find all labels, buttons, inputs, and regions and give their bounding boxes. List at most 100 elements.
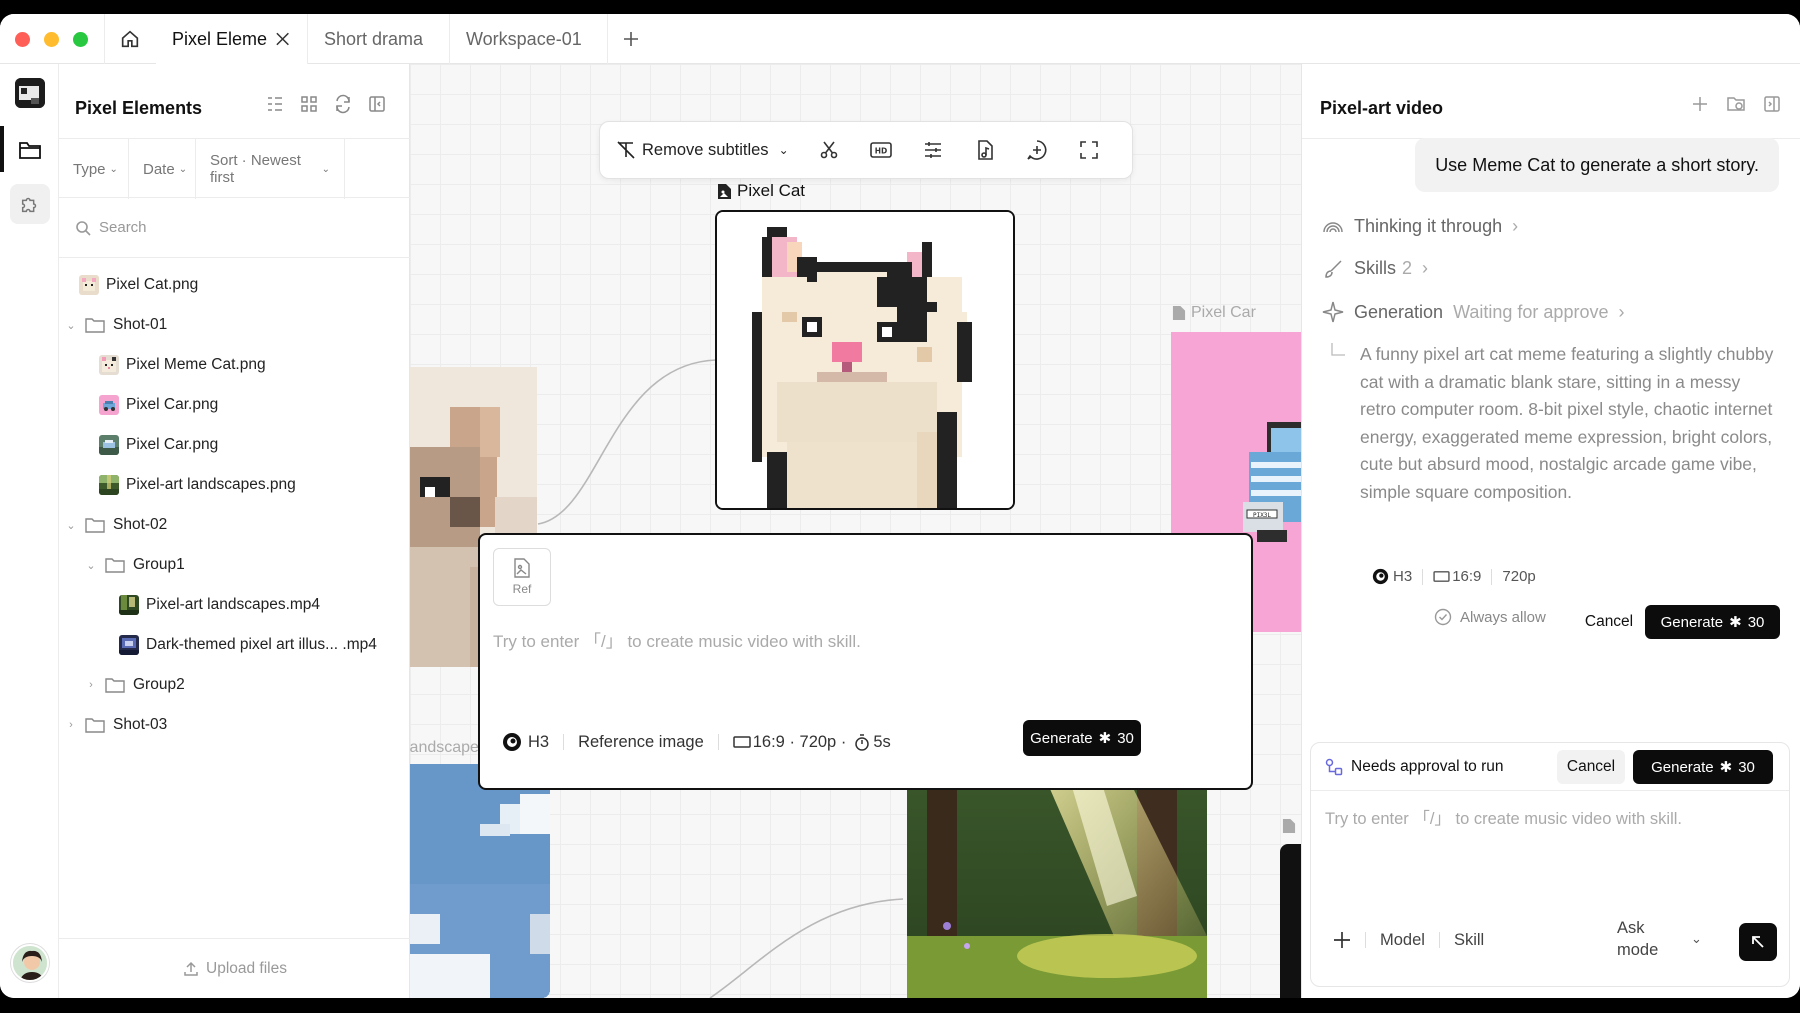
tree-folder[interactable]: ⌄ Shot-01 [65,305,167,345]
maximize-window-button[interactable] [73,32,88,47]
skills-step[interactable]: Skills 2 › [1322,258,1428,279]
new-chat-icon[interactable] [1690,94,1710,114]
image-file-icon [718,183,731,199]
model-selector[interactable]: H3 [528,733,549,752]
tree-item-file[interactable]: Pixel Car.png [99,425,218,465]
tab-workspace-01[interactable]: Workspace-01 [450,14,608,64]
prompt-input[interactable]: Try to enter 「/」 to create music video w… [493,627,1233,707]
landscape-image-node[interactable] [410,764,550,998]
collapse-panel-icon[interactable] [367,94,387,114]
tab-label: Short drama [324,28,424,49]
tree-item-label: Pixel Cat.png [106,276,199,293]
duration-option[interactable]: 5s [873,733,890,752]
reference-upload-button[interactable]: Ref [493,548,551,606]
tree-item-label: Dark-themed pixel art illus... .mp4 [146,636,377,653]
tree-item-file[interactable]: Pixel Meme Cat.png [99,345,266,385]
chevron-down-icon: ⌄ [86,559,96,572]
tab-short-drama[interactable]: Short drama [308,14,450,64]
collapse-panel-icon[interactable] [1762,94,1782,114]
prompt-options: H3 Reference image 16:9 · 720p · 5s [502,732,891,752]
grid-view-icon[interactable] [299,94,319,114]
date-filter[interactable]: Date ⌄ [129,139,196,199]
media-toolbar: Remove subtitles ⌄ HD [599,121,1133,179]
assets-panel: Pixel Elements Type ⌄ Date ⌄ Sort · Newest… [59,64,410,998]
tree-connector-icon [1331,343,1345,356]
dark-video-node[interactable] [1280,844,1301,998]
approval-cancel-button[interactable]: Cancel [1557,750,1625,784]
tree-folder[interactable]: › Shot-03 [65,705,167,745]
skill-selector[interactable]: Skill [1454,931,1484,950]
fullscreen-button[interactable] [1063,121,1115,179]
remove-subtitles-label: Remove subtitles [642,140,769,159]
chevron-down-icon: ⌄ [1691,931,1702,946]
cut-button[interactable] [803,121,855,179]
new-tab-button[interactable] [608,14,654,64]
plugins-nav-button[interactable] [10,184,50,224]
sparkle-icon [1322,301,1344,323]
type-filter[interactable]: Type ⌄ [59,139,129,199]
tree-item-file[interactable]: Pixel Cat.png [79,265,198,305]
tree-folder[interactable]: ⌄ Shot-02 [65,505,167,545]
always-allow-toggle[interactable]: Always allow [1434,608,1546,626]
audio-file-button[interactable] [959,121,1011,179]
type-filter-label: Type [73,160,106,178]
thinking-step[interactable]: Thinking it through › [1322,216,1518,237]
approval-generate-button[interactable]: Generate ✱ 30 [1633,750,1773,784]
tree-item-label: Pixel-art landscapes.png [126,476,296,493]
workspace-avatar[interactable] [15,78,45,108]
files-nav-button[interactable] [10,130,50,170]
ratio-option[interactable]: 16:9 · 720p · [753,733,847,752]
chevron-right-icon: › [1618,301,1625,322]
sort-filter-label: Sort · Newest first [210,152,301,186]
upload-files-button[interactable]: Upload files [59,938,410,998]
close-tab-icon[interactable] [274,30,291,48]
home-icon [121,30,139,48]
attach-plus-icon[interactable] [1333,931,1351,949]
reference-image-option[interactable]: Reference image [578,733,704,752]
tree-item-file[interactable]: Dark-themed pixel art illus... .mp4 [119,625,377,665]
chevron-right-icon: › [1512,216,1519,236]
sort-filter[interactable]: Sort · Newest first ⌄ [196,139,345,199]
send-button[interactable] [1739,923,1777,961]
cancel-button[interactable]: Cancel [1575,605,1643,639]
tree-item-file[interactable]: Pixel-art landscapes.png [99,465,296,505]
tree-folder[interactable]: ⌄ Group1 [85,545,185,585]
tree-item-label: Pixel Car.png [126,436,219,453]
refresh-icon[interactable] [333,94,353,114]
chat-input-placeholder: Try to enter 「/」 to create music video w… [1325,810,1682,828]
tab-pixel-elements[interactable]: Pixel Eleme [156,14,308,64]
list-view-icon[interactable] [265,94,285,114]
chat-input[interactable]: Try to enter 「/」 to create music video w… [1325,805,1775,895]
canvas[interactable]: Remove subtitles ⌄ HD Pixel Cat Pixel Ca… [410,64,1301,998]
generate-button[interactable]: Generate ✱ 30 [1645,605,1780,639]
user-avatar[interactable] [11,944,49,982]
approval-composer: Needs approval to run Cancel Generate ✱ … [1310,742,1790,987]
remove-subtitles-button[interactable]: Remove subtitles ⌄ [600,121,803,179]
mode-selector[interactable]: Ask mode [1617,917,1658,961]
tree-folder[interactable]: › Group2 [85,665,185,705]
pixel-cat-image-node[interactable] [715,210,1015,510]
tree-item-file[interactable]: Pixel-art landscapes.mp4 [119,585,320,625]
generation-step[interactable]: Generation Waiting for approve › [1322,301,1624,323]
adjust-button[interactable] [907,121,959,179]
chevron-right-icon: › [89,679,93,691]
model-selector[interactable]: Model [1380,931,1425,950]
minimize-window-button[interactable] [44,32,59,47]
tree-item-label: Group1 [133,556,185,573]
generate-label: Generate [1660,613,1724,631]
video-file-icon [1282,819,1296,833]
home-button[interactable] [104,14,156,64]
mode-line-2: mode [1617,941,1659,959]
tree-item-label: Pixel Car.png [126,396,219,413]
left-rail [0,64,59,998]
image-file-icon [1172,306,1186,320]
hd-button[interactable]: HD [855,121,907,179]
history-folder-icon[interactable] [1726,94,1746,114]
comment-button[interactable] [1011,121,1063,179]
file-thumbnail [79,275,99,295]
search-input[interactable]: Search [59,198,410,258]
generate-button[interactable]: Generate ✱ 30 [1023,720,1141,756]
send-arrow-icon [1752,936,1764,948]
close-window-button[interactable] [15,32,30,47]
tree-item-file[interactable]: Pixel Car.png [99,385,218,425]
